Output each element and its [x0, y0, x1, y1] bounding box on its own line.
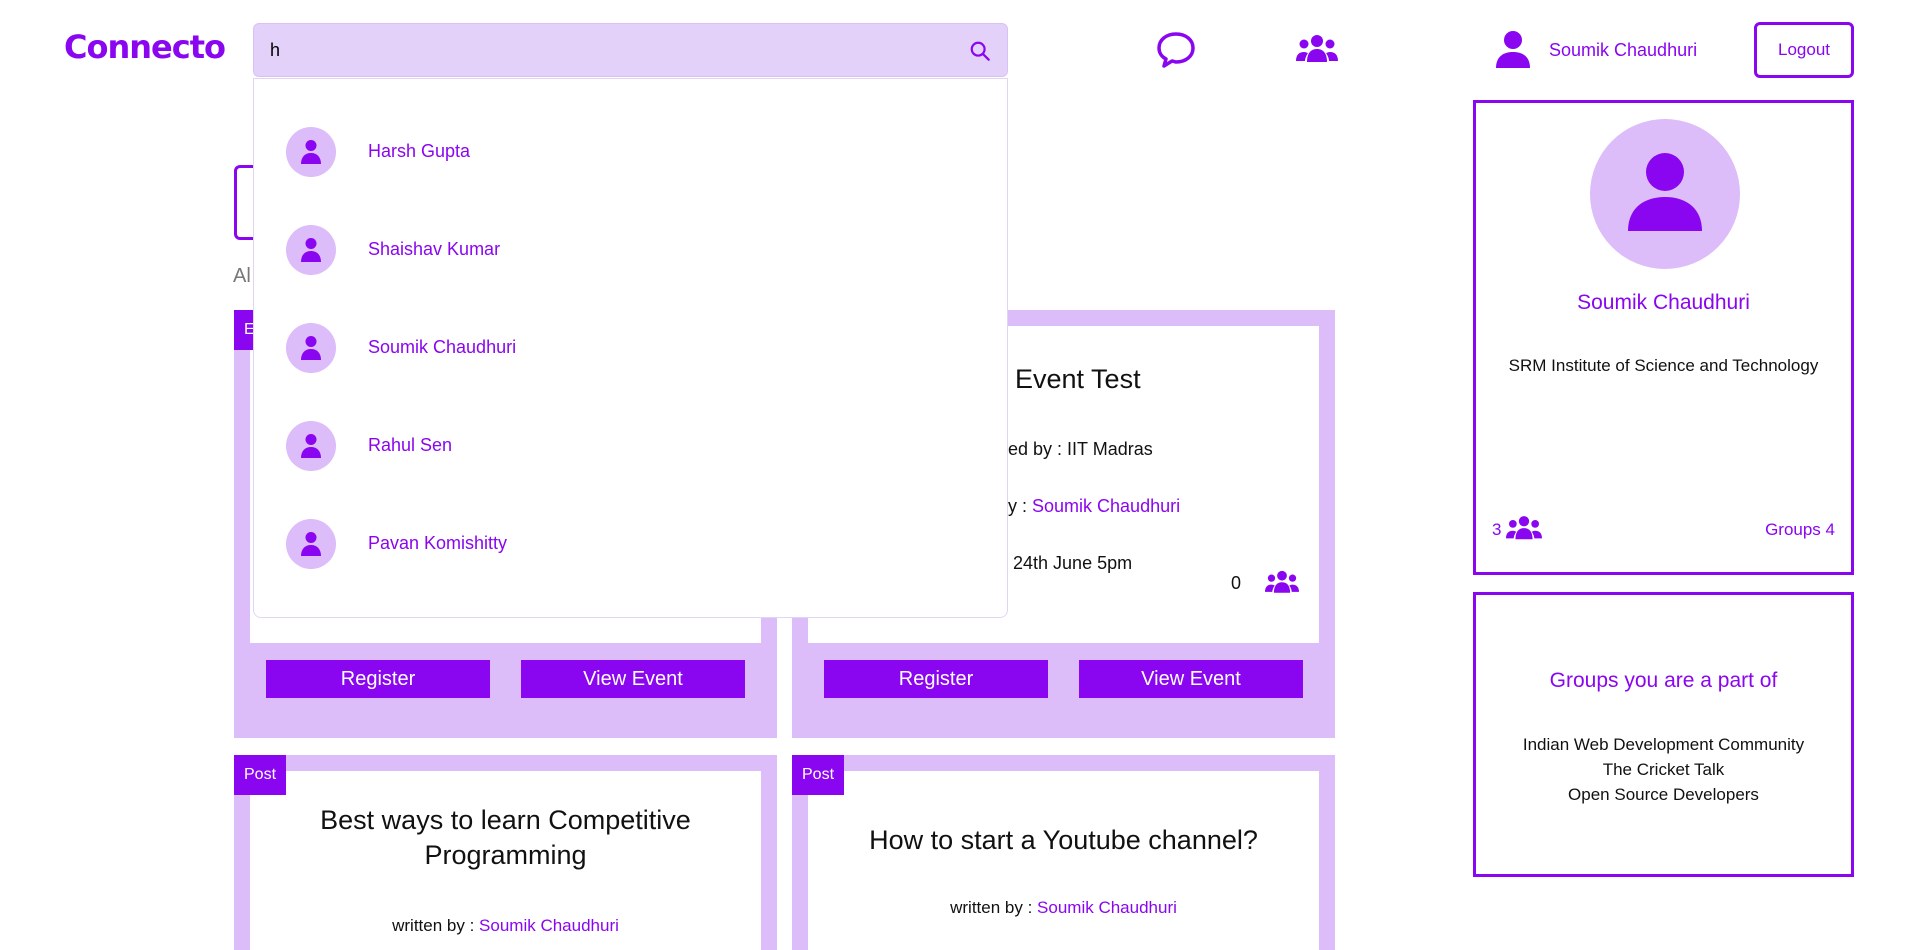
group-item[interactable]: The Cricket Talk: [1476, 757, 1851, 782]
search-result-item[interactable]: Soumik Chaudhuri: [286, 323, 966, 373]
search-input[interactable]: [268, 24, 948, 76]
post-tag: Post: [792, 755, 845, 795]
avatar: [286, 225, 336, 275]
post-title[interactable]: Best ways to learn Competitive Programmi…: [250, 803, 761, 873]
search-result-name[interactable]: Shaishav Kumar: [368, 239, 500, 260]
group-item[interactable]: Indian Web Development Community: [1476, 732, 1851, 757]
search-result-name[interactable]: Harsh Gupta: [368, 141, 470, 162]
post-author: written by : Soumik Chaudhuri: [950, 898, 1177, 917]
group-icon[interactable]: [1296, 30, 1338, 70]
event-date: o 24th June 5pm: [998, 553, 1133, 573]
profile-avatar[interactable]: [1590, 119, 1740, 269]
avatar: [286, 127, 336, 177]
search-result-item[interactable]: Harsh Gupta: [286, 127, 966, 177]
post-card-body: How to start a Youtube channel? written …: [808, 771, 1319, 950]
user-icon: [1628, 153, 1702, 231]
avatar: [286, 323, 336, 373]
search-bar[interactable]: [253, 23, 1008, 77]
participant-count: 0: [1231, 573, 1242, 593]
profile-name[interactable]: Soumik Chaudhuri: [1476, 291, 1851, 315]
post-title[interactable]: How to start a Youtube channel?: [808, 823, 1319, 858]
search-icon[interactable]: [969, 40, 991, 62]
search-result-item[interactable]: Rahul Sen: [286, 421, 966, 471]
post-author-link[interactable]: Soumik Chaudhuri: [1037, 898, 1177, 917]
post-author-link[interactable]: Soumik Chaudhuri: [479, 916, 619, 935]
view-event-button[interactable]: View Event: [521, 660, 745, 698]
post-author: written by : Soumik Chaudhuri: [392, 916, 619, 935]
event-conducted-by: ucted by : IIT Madras: [984, 439, 1153, 459]
groups-count[interactable]: Groups 4: [1765, 520, 1835, 540]
post-card: Best ways to learn Competitive Programmi…: [234, 755, 777, 950]
search-result-name[interactable]: Soumik Chaudhuri: [368, 337, 516, 358]
search-result-item[interactable]: Shaishav Kumar: [286, 225, 966, 275]
event-title: w Event Test: [988, 364, 1141, 394]
connections-count: 3: [1492, 520, 1502, 539]
register-button[interactable]: Register: [266, 660, 490, 698]
feed-filter-tab[interactable]: Al: [233, 265, 251, 288]
search-result-name[interactable]: Rahul Sen: [368, 435, 452, 456]
avatar: [286, 421, 336, 471]
post-tag: Post: [234, 755, 287, 795]
header-user-name[interactable]: Soumik Chaudhuri: [1549, 40, 1697, 61]
app-logo[interactable]: Connecto: [64, 28, 226, 66]
user-icon: [301, 532, 321, 556]
groups-panel-title: Groups you are a part of: [1549, 669, 1778, 692]
post-card: How to start a Youtube channel? written …: [792, 755, 1335, 950]
user-icon: [301, 238, 321, 262]
group-item[interactable]: Open Source Developers: [1476, 782, 1851, 807]
event-created-by: by : Soumik Chaudhuri: [998, 496, 1181, 516]
event-creator-link[interactable]: Soumik Chaudhuri: [1032, 496, 1180, 516]
user-icon: [301, 434, 321, 458]
register-button[interactable]: Register: [824, 660, 1048, 698]
user-icon: [301, 140, 321, 164]
search-result-name[interactable]: Pavan Komishitty: [368, 533, 507, 554]
user-icon[interactable]: [1495, 30, 1531, 70]
profile-card: Soumik Chaudhuri SRM Institute of Scienc…: [1473, 100, 1854, 575]
groups-list: Indian Web Development Community The Cri…: [1476, 732, 1851, 807]
chat-bubble-icon[interactable]: [1156, 30, 1196, 70]
avatar: [286, 519, 336, 569]
group-icon[interactable]: [1506, 513, 1542, 545]
search-results-dropdown: Harsh Gupta Shaishav Kumar Soumik Chaudh…: [253, 78, 1008, 618]
view-event-button[interactable]: View Event: [1079, 660, 1303, 698]
user-icon: [301, 336, 321, 360]
logout-button[interactable]: Logout: [1754, 22, 1854, 78]
profile-institute: SRM Institute of Science and Technology: [1508, 356, 1819, 375]
search-result-item[interactable]: Pavan Komishitty: [286, 519, 966, 569]
group-icon: [1265, 570, 1299, 593]
groups-panel: Groups you are a part of Indian Web Deve…: [1473, 592, 1854, 877]
post-card-body: Best ways to learn Competitive Programmi…: [250, 771, 761, 950]
